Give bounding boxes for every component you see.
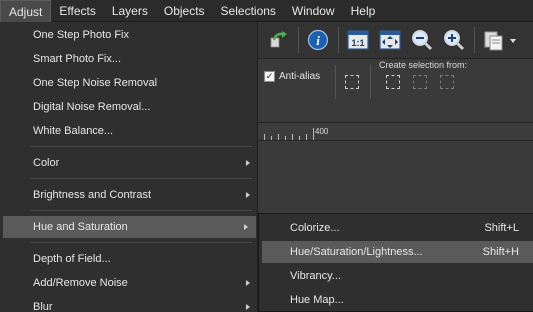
menu-item-blur[interactable]: Blur: [0, 296, 258, 312]
submenu-arrow-icon: [246, 160, 250, 166]
zoom-out-icon[interactable]: [410, 28, 434, 52]
submenu-arrow-icon: [244, 224, 248, 230]
submenu-item-hue-saturation-lightness[interactable]: Hue/Saturation/Lightness... Shift+H: [262, 241, 533, 263]
submenu-item-vibrancy[interactable]: Vibrancy...: [259, 265, 533, 287]
menu-item-label: Color: [33, 157, 60, 169]
shortcut-label: Shift+H: [482, 246, 519, 258]
menu-separator: [30, 210, 252, 211]
submenu-arrow-icon: [246, 304, 250, 310]
menu-separator: [30, 178, 252, 179]
standard-toolbar: i 1:1: [258, 22, 533, 59]
hue-saturation-submenu: Colorize... Shift+L Hue/Saturation/Light…: [258, 213, 533, 312]
submenu-item-label: Hue Map...: [290, 294, 344, 306]
selection-from-layers-icon[interactable]: [440, 75, 454, 89]
info-icon[interactable]: i: [306, 28, 330, 52]
submenu-item-colorize[interactable]: Colorize... Shift+L: [259, 217, 533, 239]
ruler-label: 400: [315, 127, 329, 136]
chevron-down-icon[interactable]: [510, 39, 516, 43]
submenu-arrow-icon: [246, 280, 250, 286]
menu-layers[interactable]: Layers: [104, 0, 156, 22]
menu-item-brightness-contrast[interactable]: Brightness and Contrast: [0, 184, 258, 206]
redo-arrow-icon[interactable]: [266, 28, 290, 52]
menu-item-label: Smart Photo Fix...: [33, 53, 122, 65]
menu-item-label: One Step Photo Fix: [33, 29, 129, 41]
actual-size-icon[interactable]: 1:1: [346, 28, 370, 52]
menu-separator: [30, 242, 252, 243]
menu-objects[interactable]: Objects: [156, 0, 213, 22]
menu-item-one-step-noise-removal[interactable]: One Step Noise Removal: [0, 72, 258, 94]
shortcut-label: Shift+L: [484, 222, 519, 234]
submenu-item-label: Hue/Saturation/Lightness...: [290, 246, 423, 258]
menu-item-hue-saturation[interactable]: Hue and Saturation: [3, 216, 256, 238]
submenu-item-hue-map[interactable]: Hue Map...: [259, 289, 533, 311]
menu-effects[interactable]: Effects: [51, 0, 103, 22]
antialias-option[interactable]: ✓ Anti-alias: [264, 71, 320, 82]
menu-item-depth-of-field[interactable]: Depth of Field...: [0, 248, 258, 270]
svg-text:1:1: 1:1: [351, 38, 364, 48]
menu-item-label: Digital Noise Removal...: [33, 101, 151, 113]
submenu-arrow-icon: [246, 192, 250, 198]
menu-help[interactable]: Help: [343, 0, 384, 22]
fit-window-icon[interactable]: [378, 28, 402, 52]
selection-icon[interactable]: [345, 75, 359, 89]
antialias-checkbox[interactable]: ✓: [264, 71, 275, 82]
submenu-item-label: Colorize...: [290, 222, 340, 234]
menu-item-label: Depth of Field...: [33, 253, 111, 265]
menu-adjust[interactable]: Adjust: [0, 0, 52, 22]
tool-options-bar: ✓ Anti-alias Create selection from:: [258, 59, 533, 123]
menu-item-digital-noise-removal[interactable]: Digital Noise Removal...: [0, 96, 258, 118]
paste-icon[interactable]: [482, 28, 506, 52]
menu-item-label: Hue and Saturation: [33, 221, 128, 233]
menu-item-white-balance[interactable]: White Balance...: [0, 120, 258, 142]
selection-from-layer-icon[interactable]: [413, 75, 427, 89]
menu-item-label: Brightness and Contrast: [33, 189, 152, 201]
zoom-in-icon[interactable]: [442, 28, 466, 52]
submenu-item-label: Vibrancy...: [290, 270, 341, 282]
menu-item-one-step-photo-fix[interactable]: One Step Photo Fix: [0, 24, 258, 46]
menu-item-label: White Balance...: [33, 125, 114, 137]
menu-separator: [30, 146, 252, 147]
menu-bar: Adjust Effects Layers Objects Selections…: [0, 0, 533, 22]
menu-item-label: Add/Remove Noise: [33, 277, 128, 289]
menu-item-color[interactable]: Color: [0, 152, 258, 174]
antialias-label: Anti-alias: [279, 71, 321, 82]
menu-item-add-remove-noise[interactable]: Add/Remove Noise: [0, 272, 258, 294]
horizontal-ruler: 400: [258, 123, 533, 141]
create-selection-label: Create selection from:: [379, 60, 468, 70]
menu-selections[interactable]: Selections: [213, 0, 284, 22]
menu-window[interactable]: Window: [284, 0, 343, 22]
adjust-menu: One Step Photo Fix Smart Photo Fix... On…: [0, 22, 258, 312]
selection-from-canvas-icon[interactable]: [386, 75, 400, 89]
menu-item-label: Blur: [33, 301, 53, 312]
svg-text:i: i: [316, 33, 320, 48]
menu-item-smart-photo-fix[interactable]: Smart Photo Fix...: [0, 48, 258, 70]
menu-item-label: One Step Noise Removal: [33, 77, 158, 89]
